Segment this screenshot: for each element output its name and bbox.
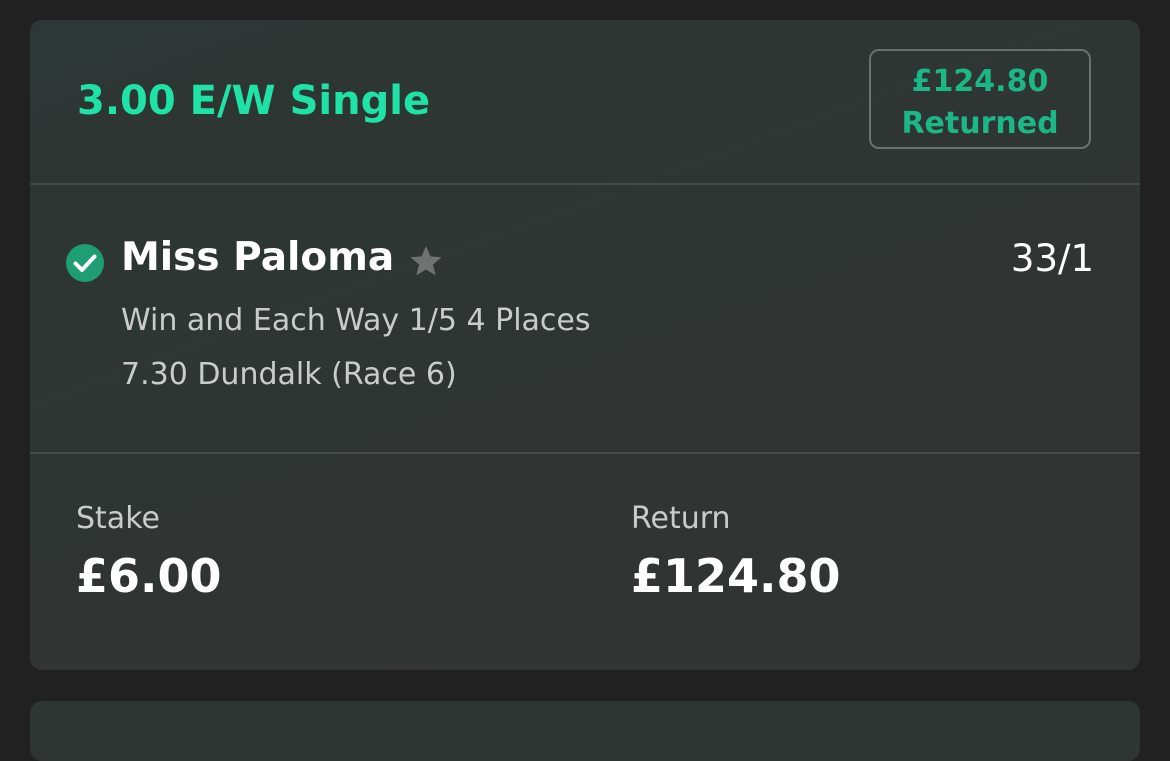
return-value: £124.80 xyxy=(631,549,841,603)
selection-row: Miss Paloma 33/1 Win and Each Way 1/5 4 … xyxy=(30,185,1140,454)
selection-name: Miss Paloma xyxy=(121,235,395,280)
selection-odds: 33/1 xyxy=(1010,237,1094,280)
check-circle-icon xyxy=(66,244,104,282)
stake-label: Stake xyxy=(76,501,160,536)
bet-title: 3.00 E/W Single xyxy=(77,78,431,124)
returned-badge: £124.80 Returned xyxy=(869,49,1091,149)
returned-amount: £124.80 xyxy=(911,64,1049,99)
market-description: Win and Each Way 1/5 4 Places xyxy=(121,303,591,338)
returned-label: Returned xyxy=(901,106,1059,141)
return-label: Return xyxy=(631,501,731,536)
bet-totals: Stake £6.00 Return £124.80 xyxy=(30,454,1140,670)
stake-value: £6.00 xyxy=(76,549,222,603)
next-bet-card[interactable] xyxy=(30,701,1140,761)
bet-card[interactable]: 3.00 E/W Single £124.80 Returned Miss Pa… xyxy=(30,20,1140,670)
star-icon[interactable] xyxy=(407,242,445,280)
bet-header: 3.00 E/W Single £124.80 Returned xyxy=(30,20,1140,185)
event-name: 7.30 Dundalk (Race 6) xyxy=(121,357,457,392)
